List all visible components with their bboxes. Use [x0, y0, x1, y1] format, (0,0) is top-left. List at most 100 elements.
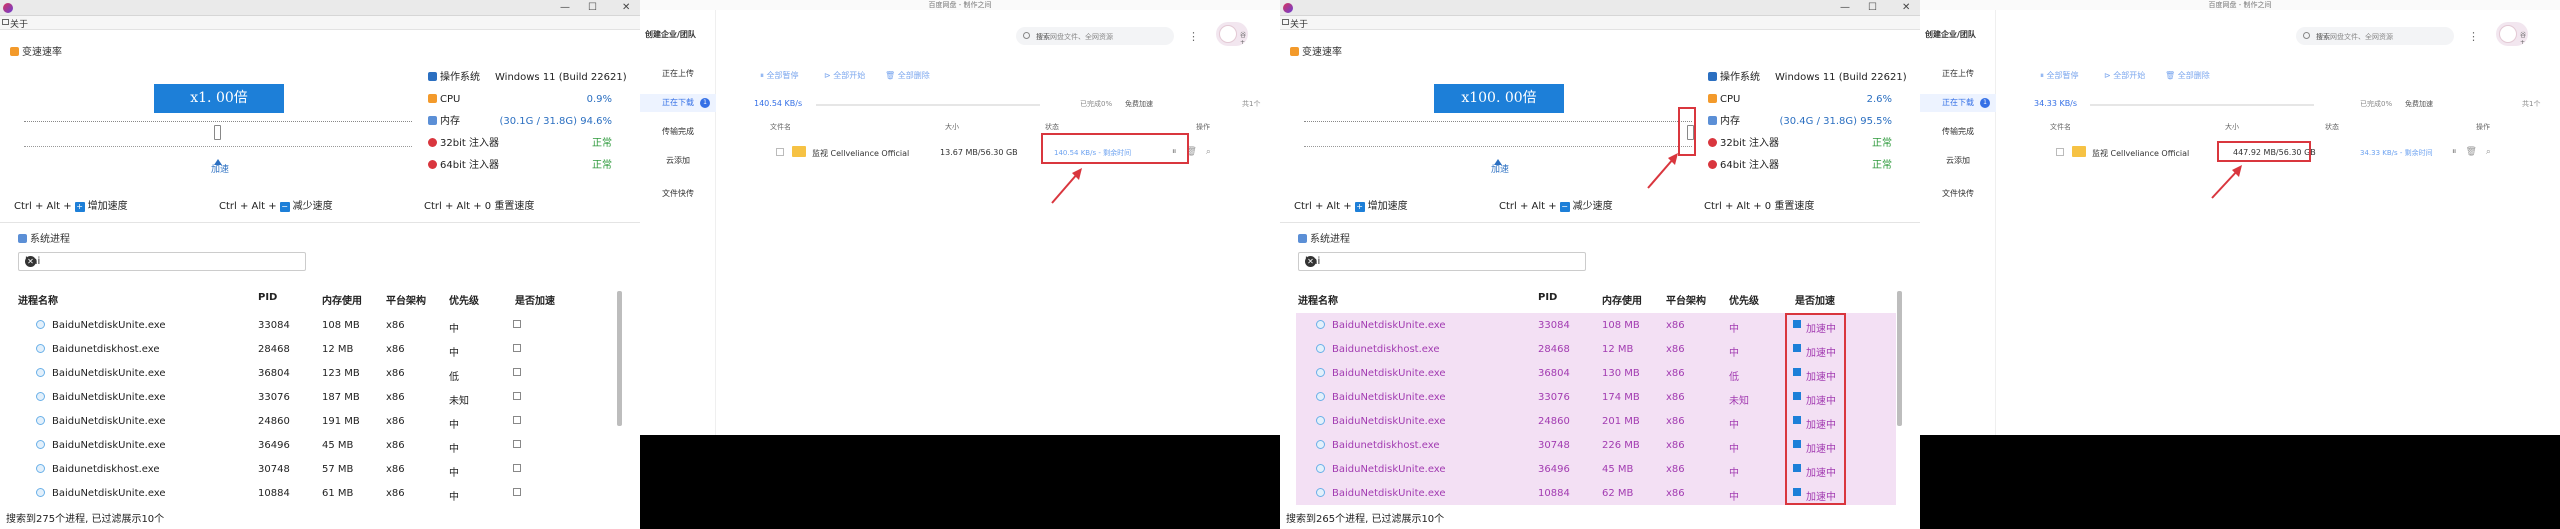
- clear-icon[interactable]: ✕: [25, 256, 36, 267]
- row-checkbox[interactable]: [776, 148, 784, 156]
- nav-quick-transfer[interactable]: 文件快传: [1920, 185, 1996, 203]
- start-all-button[interactable]: ⊳ 全部开始: [2104, 70, 2145, 81]
- maximize-button[interactable]: ☐: [1868, 1, 1877, 15]
- folder-icon: [2072, 146, 2086, 157]
- table-row[interactable]: BaiduNetdiskUnite.exe 33084 108 MB x86 中: [16, 313, 616, 337]
- process-search[interactable]: bai✕: [18, 252, 306, 271]
- netdisk-search[interactable]: 搜索网盘文件、全网资源 搜索: [1016, 27, 1174, 45]
- search-button[interactable]: 搜索: [2316, 32, 2446, 42]
- col-name[interactable]: 进程名称: [1298, 292, 1338, 307]
- cell-pid: 33084: [1538, 320, 1570, 331]
- cell-pid: 28468: [258, 344, 290, 355]
- accelerate-checkbox[interactable]: [513, 488, 521, 496]
- close-button[interactable]: ✕: [1902, 1, 1910, 15]
- accelerate-checkbox[interactable]: [513, 368, 521, 376]
- col-pid[interactable]: PID: [1538, 292, 1557, 303]
- col-priority[interactable]: 优先级: [1729, 292, 1759, 307]
- accelerate-checkbox[interactable]: [513, 416, 521, 424]
- accelerate-checkbox[interactable]: [513, 392, 521, 400]
- col-name[interactable]: 进程名称: [18, 292, 58, 307]
- accelerate-checkbox[interactable]: [513, 320, 521, 328]
- nav-completed[interactable]: 传输完成: [1920, 123, 1996, 141]
- slider-label: 加速: [1491, 159, 1509, 175]
- search-button[interactable]: 搜索: [1036, 32, 1166, 42]
- title-bar: — ☐ ✕: [0, 0, 640, 16]
- free-accelerate-link[interactable]: 免费加速: [2405, 99, 2433, 109]
- cell-mem: 45 MB: [1602, 464, 1634, 475]
- nav-downloading[interactable]: 正在下载 1: [640, 94, 716, 112]
- avatar[interactable]: 谷 +: [1216, 22, 1248, 46]
- close-button[interactable]: ✕: [622, 1, 630, 15]
- cell-arch: x86: [1666, 368, 1685, 379]
- table-row[interactable]: BaiduNetdiskUnite.exe 33076 187 MB x86 未知: [16, 385, 616, 409]
- col-memory[interactable]: 内存使用: [322, 292, 362, 307]
- col-filename: 文件名: [770, 123, 791, 131]
- more-icon[interactable]: ⋮: [1188, 30, 1199, 43]
- cell-mem: 12 MB: [1602, 344, 1634, 355]
- cell-arch: x86: [1666, 344, 1685, 355]
- col-memory[interactable]: 内存使用: [1602, 292, 1642, 307]
- accelerate-checkbox[interactable]: [513, 440, 521, 448]
- row-actions[interactable]: ⏸🗑⌕: [2452, 147, 2500, 157]
- more-icon[interactable]: ⋮: [2468, 30, 2479, 43]
- inj64-label: 64bit 注入器: [1720, 160, 1779, 171]
- nav-uploading[interactable]: 正在上传: [640, 65, 716, 83]
- fire-icon: [10, 47, 19, 56]
- row-checkbox[interactable]: [2056, 148, 2064, 156]
- table-row[interactable]: BaiduNetdiskUnite.exe 10884 61 MB x86 中: [16, 481, 616, 505]
- nav-uploading[interactable]: 正在上传: [1920, 65, 1996, 83]
- col-pid[interactable]: PID: [258, 292, 277, 303]
- col-accelerated[interactable]: 是否加速: [515, 292, 555, 307]
- cell-name: BaiduNetdiskUnite.exe: [1332, 320, 1446, 331]
- clear-icon[interactable]: ✕: [1305, 256, 1316, 267]
- start-all-button[interactable]: ⊳ 全部开始: [824, 70, 865, 81]
- create-team-link[interactable]: 创建企业/团队: [645, 29, 696, 40]
- process-group-title: 系统进程: [1298, 230, 1350, 245]
- nav-cloud-add[interactable]: 云添加: [1920, 152, 1996, 170]
- table-row[interactable]: Baidunetdiskhost.exe 28468 12 MB x86 中: [16, 337, 616, 361]
- scrollbar[interactable]: [1897, 291, 1902, 426]
- cell-pid: 24860: [1538, 416, 1570, 427]
- minimize-button[interactable]: —: [1840, 1, 1850, 15]
- nav-quick-transfer[interactable]: 文件快传: [640, 185, 716, 203]
- col-arch[interactable]: 平台架构: [1666, 292, 1706, 307]
- menu-about[interactable]: 关于: [10, 17, 28, 30]
- speed-slider-ticks: [24, 146, 412, 150]
- cell-mem: 61 MB: [322, 488, 354, 499]
- create-team-link[interactable]: 创建企业/团队: [1925, 29, 1976, 40]
- delete-all-button[interactable]: 🗑 全部删除: [2165, 70, 2210, 81]
- nav-completed[interactable]: 传输完成: [640, 123, 716, 141]
- maximize-button[interactable]: ☐: [588, 1, 597, 15]
- pause-all-button[interactable]: ⏸ 全部暂停: [2040, 70, 2079, 81]
- avatar[interactable]: 谷 +: [2496, 22, 2528, 46]
- netdisk-search[interactable]: 搜索网盘文件、全网资源 搜索: [2296, 27, 2454, 45]
- speed-slider-thumb[interactable]: [214, 125, 221, 140]
- menu-about[interactable]: 关于: [1290, 17, 1308, 30]
- speed-slider-track[interactable]: [1304, 121, 1692, 127]
- cpu-icon: [1708, 94, 1717, 103]
- speed-multiplier: x1. 00倍: [154, 84, 284, 113]
- pause-all-button[interactable]: ⏸ 全部暂停: [760, 70, 799, 81]
- col-arch[interactable]: 平台架构: [386, 292, 426, 307]
- total-progress-bar: [2090, 104, 2314, 106]
- accelerate-checkbox[interactable]: [513, 344, 521, 352]
- status-bar: 搜索到265个进程, 已过滤展示10个: [1286, 514, 1445, 525]
- table-row[interactable]: BaiduNetdiskUnite.exe 36804 123 MB x86 低: [16, 361, 616, 385]
- nav-downloading[interactable]: 正在下载 1: [1920, 94, 1996, 112]
- col-accelerated[interactable]: 是否加速: [1795, 292, 1835, 307]
- table-row[interactable]: Baidunetdiskhost.exe 30748 57 MB x86 中: [16, 457, 616, 481]
- col-priority[interactable]: 优先级: [449, 292, 479, 307]
- scrollbar[interactable]: [617, 291, 622, 426]
- system-info: 操作系统 Windows 11 (Build 22621) CPU 2.6% 内…: [1708, 70, 1908, 180]
- minimize-button[interactable]: —: [560, 1, 570, 15]
- accelerate-checkbox[interactable]: [513, 464, 521, 472]
- cell-name: BaiduNetdiskUnite.exe: [1332, 392, 1446, 403]
- process-search[interactable]: bai✕: [1298, 252, 1586, 271]
- free-accelerate-link[interactable]: 免费加速: [1125, 99, 1153, 109]
- annotation-arrow-icon: [1647, 153, 1678, 189]
- nav-cloud-add[interactable]: 云添加: [640, 152, 716, 170]
- delete-all-button[interactable]: 🗑 全部删除: [885, 70, 930, 81]
- file-status: 34.33 KB/s - 剩余时间: [2360, 149, 2433, 157]
- table-row[interactable]: BaiduNetdiskUnite.exe 24860 191 MB x86 中: [16, 409, 616, 433]
- table-row[interactable]: BaiduNetdiskUnite.exe 36496 45 MB x86 中: [16, 433, 616, 457]
